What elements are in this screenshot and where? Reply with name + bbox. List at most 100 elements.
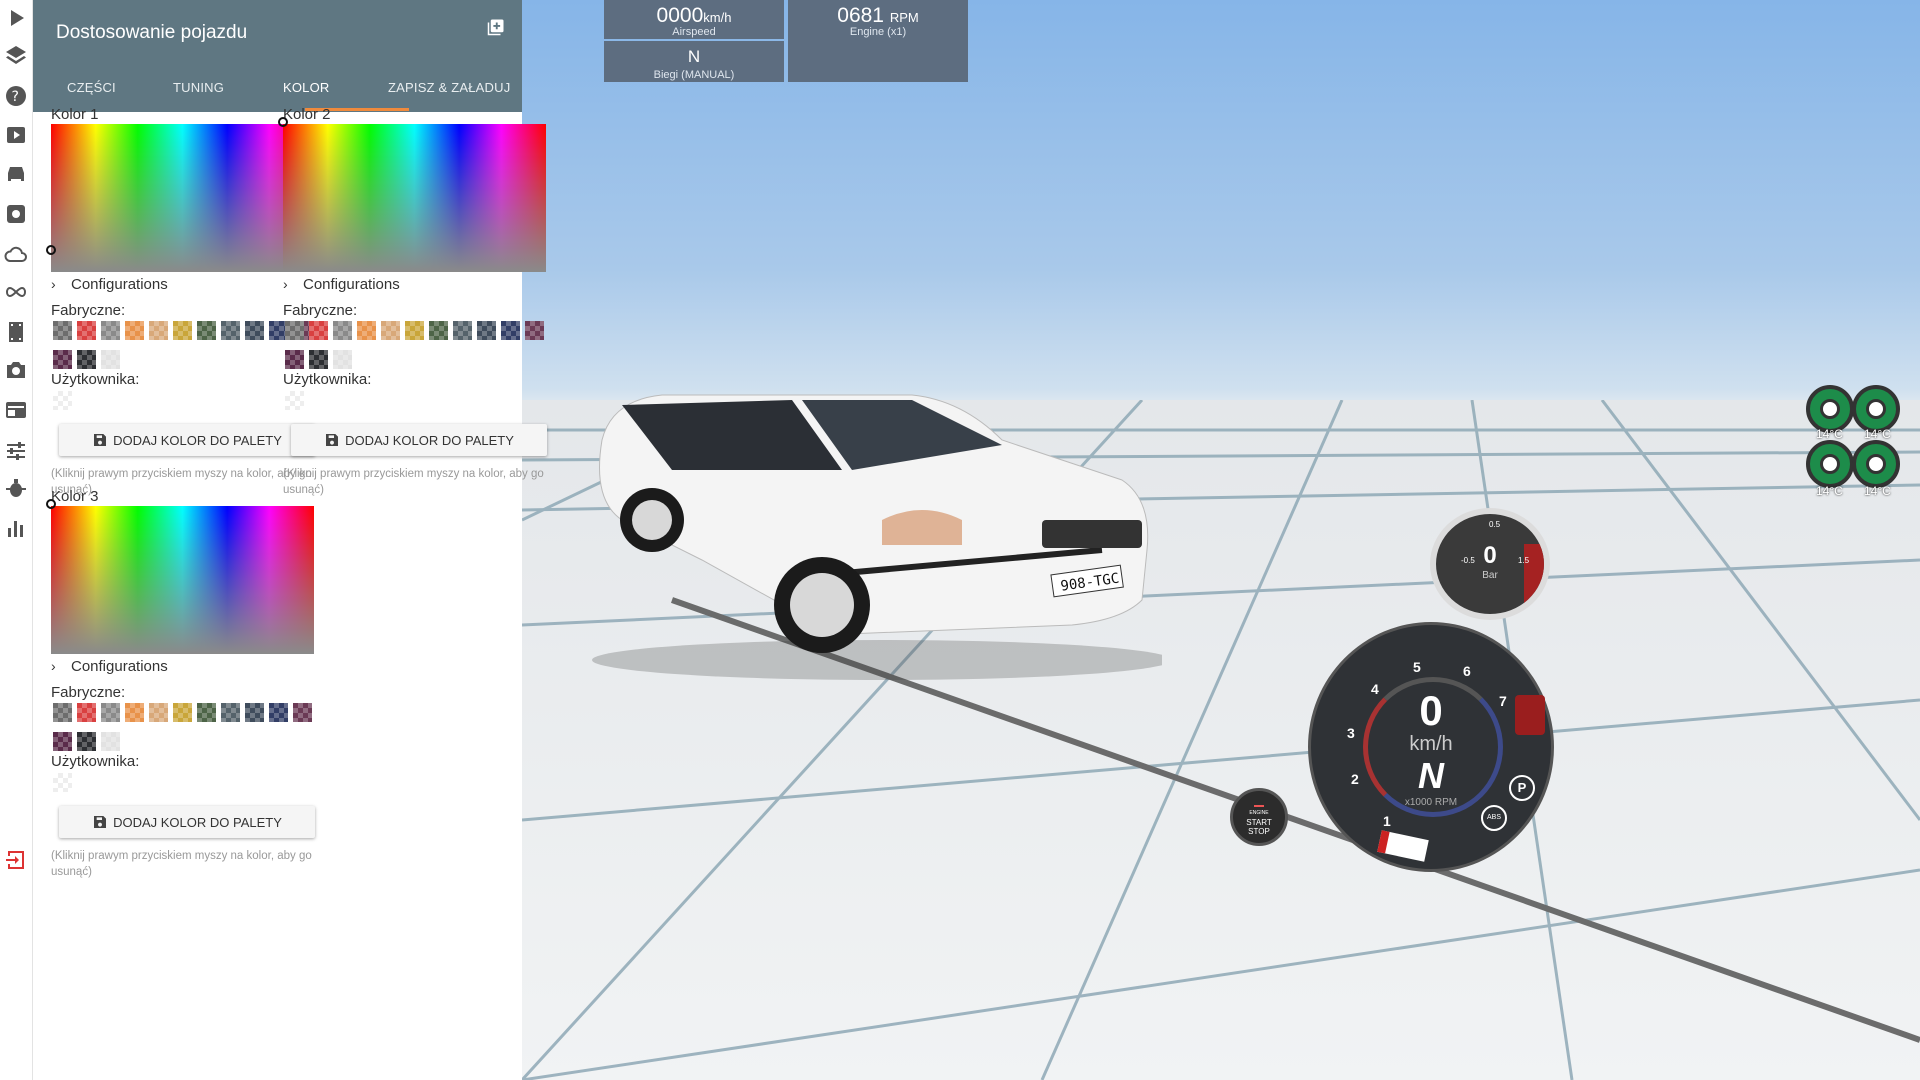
color-swatch[interactable] <box>293 703 312 722</box>
remove-hint: (Kliknij prawym przyciskiem myszy na kol… <box>51 850 312 878</box>
configurations-toggle[interactable]: › Configurations <box>283 276 400 293</box>
rpm-value: 0681 <box>837 4 884 27</box>
color-swatch[interactable] <box>101 350 120 369</box>
color-picker[interactable] <box>51 124 314 272</box>
color-picker[interactable] <box>51 506 314 654</box>
film-icon[interactable] <box>4 320 28 344</box>
sliders-icon[interactable] <box>4 438 28 462</box>
add-color-to-palette-button[interactable]: DODAJ KOLOR DO PALETY <box>59 806 315 838</box>
exit-icon[interactable] <box>4 848 28 872</box>
color-swatch[interactable] <box>221 703 240 722</box>
color-swatch[interactable] <box>477 321 496 340</box>
cloud-icon[interactable] <box>4 242 28 266</box>
color-swatch[interactable] <box>309 321 328 340</box>
play-icon[interactable] <box>4 6 28 30</box>
color-swatch[interactable] <box>77 350 96 369</box>
color-swatch[interactable] <box>269 703 288 722</box>
color-swatch[interactable] <box>77 703 96 722</box>
tab-tuning[interactable]: TUNING <box>173 80 224 95</box>
color-swatch[interactable] <box>333 321 352 340</box>
color-swatch[interactable] <box>197 703 216 722</box>
abs-icon: ABS <box>1481 805 1507 831</box>
turbo-tick-05: 0.5 <box>1489 520 1501 529</box>
tab-save-load[interactable]: ZAPISZ & ZAŁADUJ <box>388 80 510 95</box>
configurations-toggle[interactable]: › Configurations <box>51 276 168 293</box>
color-swatch[interactable] <box>381 321 400 340</box>
picker-marker[interactable] <box>46 499 56 509</box>
layers-icon[interactable] <box>4 44 28 68</box>
color-swatch[interactable] <box>285 350 304 369</box>
color-swatch[interactable] <box>149 703 168 722</box>
add-color-to-palette-button[interactable]: DODAJ KOLOR DO PALETY <box>59 424 315 456</box>
game-viewport[interactable]: 908-TGC 0000km/h Airspeed N Biegi (MANUA… <box>522 0 1920 1080</box>
airspeed-unit: km/h <box>703 10 732 25</box>
save-icon <box>326 434 339 446</box>
color-swatch[interactable] <box>125 321 144 340</box>
car-icon[interactable] <box>4 162 28 186</box>
tab-color[interactable]: KOLOR <box>283 80 330 95</box>
color-swatch[interactable] <box>173 703 192 722</box>
help-icon[interactable]: ? <box>4 84 28 108</box>
factory-label: Fabryczne: <box>51 302 126 319</box>
infinity-icon[interactable] <box>4 280 28 304</box>
add-color-to-palette-button[interactable]: DODAJ KOLOR DO PALETY <box>291 424 547 456</box>
color-swatch[interactable] <box>285 321 304 340</box>
engine-start-stop-button[interactable]: ENGINE START STOP <box>1230 788 1288 846</box>
color-swatch[interactable] <box>125 703 144 722</box>
color-swatch[interactable] <box>53 321 72 340</box>
color-swatch[interactable] <box>525 321 544 340</box>
color-swatch[interactable] <box>101 732 120 751</box>
brake-temp-fl: 14°C <box>1816 427 1843 441</box>
picker-marker[interactable] <box>278 117 288 127</box>
color-swatch[interactable] <box>53 732 72 751</box>
color-swatch[interactable] <box>309 350 328 369</box>
tab-parts[interactable]: CZĘŚCI <box>67 80 116 95</box>
brake-temp-rl: 14°C <box>1816 484 1843 498</box>
video-icon[interactable] <box>4 122 28 146</box>
color-swatch[interactable] <box>53 703 72 722</box>
layout-icon[interactable] <box>4 398 28 422</box>
engine-rpm-box: 0681 RPM Engine (x1) <box>788 0 968 82</box>
color-picker[interactable] <box>283 124 546 272</box>
color-swatch[interactable] <box>405 321 424 340</box>
color-swatch[interactable] <box>333 350 352 369</box>
chart-icon[interactable] <box>4 516 28 540</box>
configurations-toggle[interactable]: › Configurations <box>51 658 168 675</box>
color-swatch[interactable] <box>53 350 72 369</box>
color-swatch[interactable] <box>101 321 120 340</box>
add-color-label: DODAJ KOLOR DO PALETY <box>113 432 282 448</box>
save-icon <box>94 816 107 828</box>
camera-icon[interactable] <box>4 358 28 382</box>
chevron-right-icon: › <box>51 658 56 674</box>
gauge-low-indicator <box>1377 830 1429 862</box>
color-swatch[interactable] <box>245 703 264 722</box>
car-model[interactable]: 908-TGC <box>582 360 1162 680</box>
gear-value: N <box>687 47 701 66</box>
color-swatch[interactable] <box>453 321 472 340</box>
left-icon-bar: ? <box>0 0 33 1080</box>
color-swatch[interactable] <box>429 321 448 340</box>
gauge-mark-2: 2 <box>1351 771 1359 787</box>
turbo-tick-15: 1.5 <box>1518 556 1530 565</box>
user-label: Użytkownika: <box>51 753 140 770</box>
settings-icon[interactable] <box>4 202 28 226</box>
color-swatch[interactable] <box>149 321 168 340</box>
color-label: Kolor 2 <box>283 106 331 123</box>
color-swatch[interactable] <box>501 321 520 340</box>
color-swatch[interactable] <box>77 732 96 751</box>
add-window-icon[interactable] <box>487 18 505 36</box>
picker-marker[interactable] <box>46 245 56 255</box>
color-label: Kolor 1 <box>51 106 99 123</box>
brake-temp-fr: 14°C <box>1864 427 1891 441</box>
color-swatch[interactable] <box>173 321 192 340</box>
color-swatch[interactable] <box>221 321 240 340</box>
color-swatch[interactable] <box>101 703 120 722</box>
configurations-label: Configurations <box>303 276 400 293</box>
color-swatch[interactable] <box>77 321 96 340</box>
color-section-2: Kolor 2 › Configurations Fabryczne: Użytk… <box>278 106 558 496</box>
user-swatch-empty <box>53 773 72 792</box>
color-swatch[interactable] <box>197 321 216 340</box>
bug-icon[interactable] <box>4 476 28 500</box>
color-swatch[interactable] <box>245 321 264 340</box>
color-swatch[interactable] <box>357 321 376 340</box>
